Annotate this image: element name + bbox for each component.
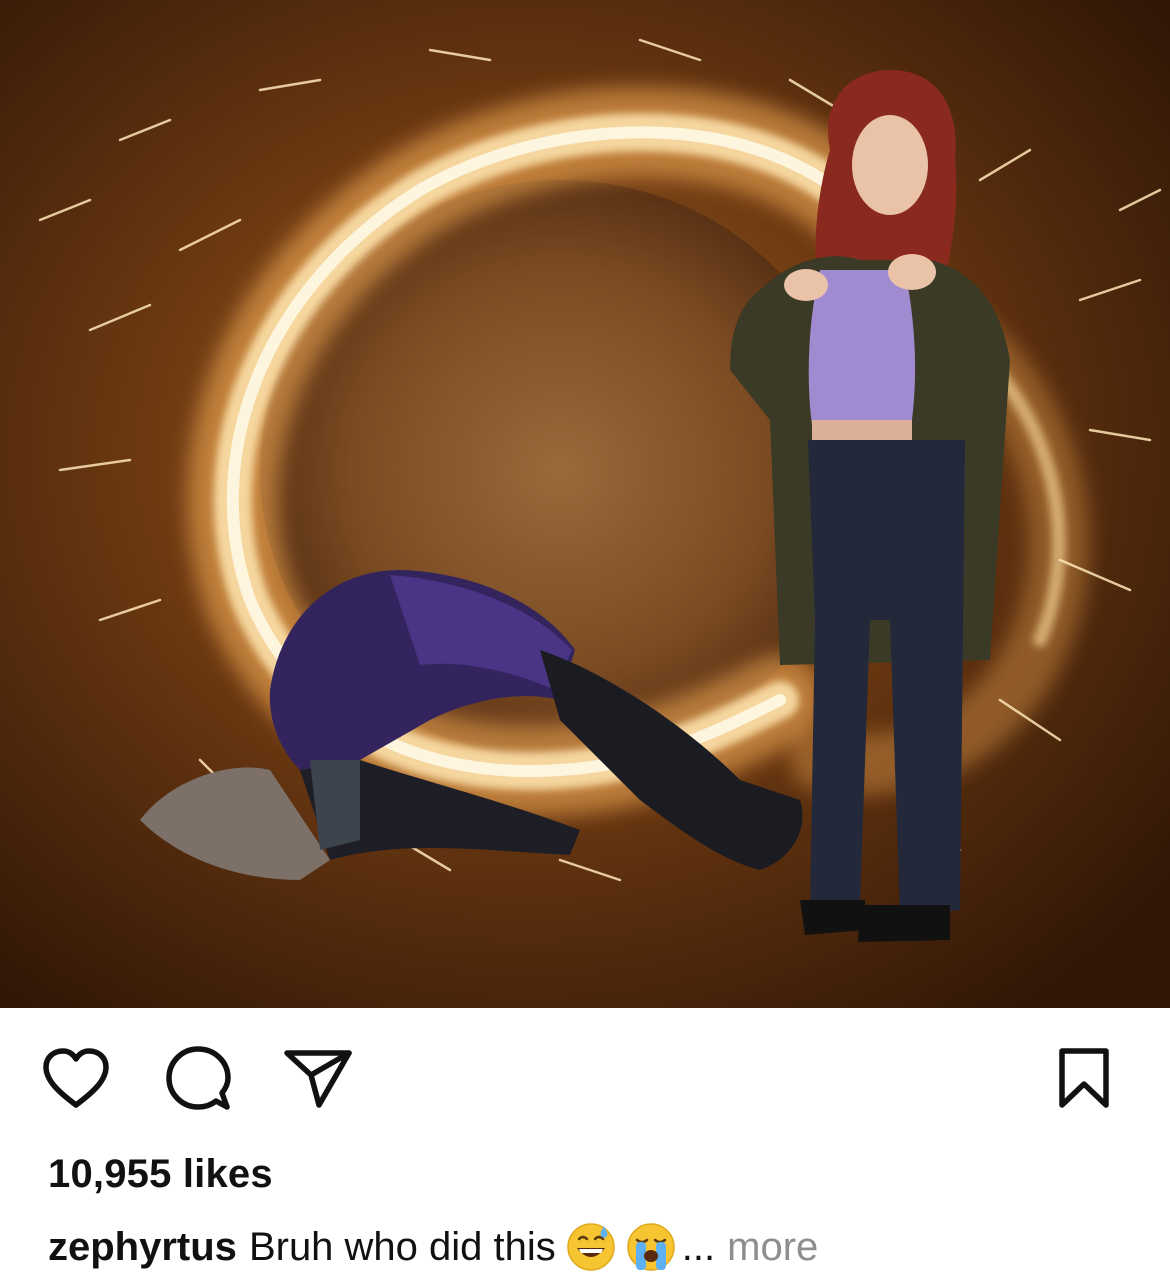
likes-count[interactable]: 10,955 likes	[48, 1152, 273, 1197]
post-action-bar	[0, 1040, 1170, 1120]
caption-more-link[interactable]: more	[727, 1225, 818, 1270]
save-button[interactable]	[1046, 1040, 1122, 1116]
loudly-crying-emoji	[627, 1223, 675, 1271]
bookmark-icon	[1059, 1048, 1109, 1108]
comment-button[interactable]	[160, 1040, 236, 1116]
heart-icon	[43, 1048, 109, 1108]
caption-ellipsis: ...	[681, 1224, 716, 1269]
post-image-artwork	[0, 0, 1170, 1008]
comment-icon	[166, 1046, 231, 1110]
caption-text: Bruh who did this	[248, 1224, 556, 1269]
caption-username[interactable]: zephyrtus	[48, 1225, 237, 1270]
post-caption: zephyrtus Bruh who did this ... more	[48, 1222, 818, 1272]
grinning-sweat-emoji	[567, 1223, 615, 1271]
paper-plane-icon	[284, 1050, 352, 1108]
post-image[interactable]	[0, 0, 1170, 1008]
like-button[interactable]	[38, 1040, 114, 1116]
share-button[interactable]	[280, 1040, 356, 1116]
